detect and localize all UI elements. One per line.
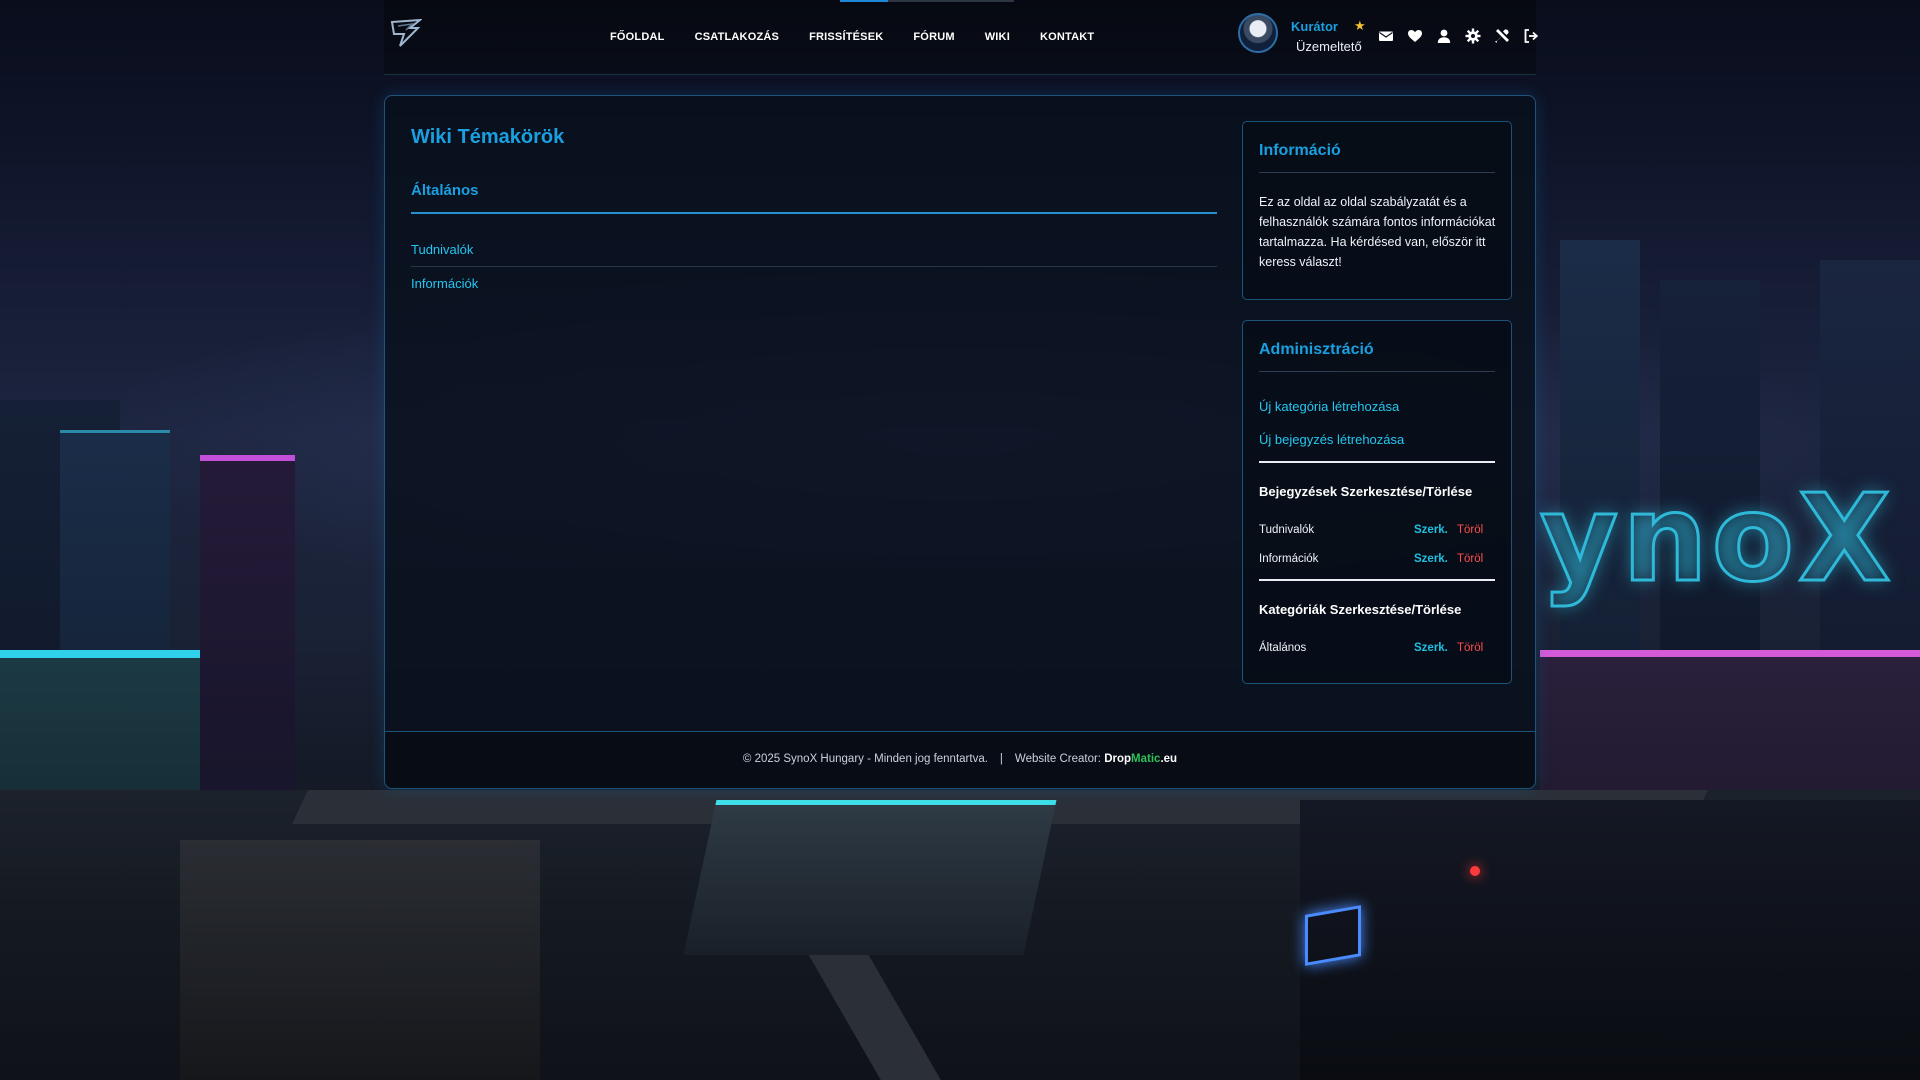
info-box-text: Ez az oldal az oldal szabályzatát és a f… <box>1259 195 1496 269</box>
admin-box-title: Adminisztráció <box>1259 341 1374 358</box>
wiki-entry-link[interactable]: Információk <box>411 276 478 291</box>
nav-item-wiki[interactable]: WIKI <box>985 31 1010 43</box>
edit-entry-button[interactable]: Szerk. <box>1414 524 1448 536</box>
footer-separator: | <box>999 753 1003 765</box>
nav-item-contact[interactable]: KONTAKT <box>1040 31 1094 43</box>
category-divider <box>411 212 1217 214</box>
wiki-panel: Wiki Témakörök Általános Tudnivalók Info… <box>384 95 1536 789</box>
gear-icon[interactable] <box>1465 28 1481 44</box>
nav-item-updates[interactable]: FRISSÍTÉSEK <box>809 31 883 43</box>
copyright-text: © 2025 SynoX Hungary - Minden jog fennta… <box>742 753 988 765</box>
entry-divider <box>411 266 1217 267</box>
entries-edit-heading: Bejegyzések Szerkesztése/Törlése <box>1259 484 1473 499</box>
logout-icon[interactable] <box>1523 28 1539 44</box>
nav-item-home[interactable]: FŐOLDAL <box>610 31 665 43</box>
entry-row-name: Tudnivalók <box>1259 524 1315 536</box>
star-icon: ★ <box>1354 18 1366 33</box>
creator-link[interactable]: DropMatic.eu <box>1104 753 1177 765</box>
admin-box: Adminisztráció Új kategória létrehozása … <box>1242 320 1512 684</box>
delete-category-button[interactable]: Töröl <box>1457 642 1483 654</box>
heart-icon[interactable] <box>1407 28 1423 44</box>
create-category-link[interactable]: Új kategória létrehozása <box>1259 399 1399 414</box>
delete-entry-button[interactable]: Töröl <box>1457 524 1483 536</box>
user-role: Üzemeltető <box>1296 39 1362 54</box>
nav-active-indicator <box>840 0 888 2</box>
site-logo-icon[interactable] <box>390 18 422 48</box>
categories-edit-heading: Kategóriák Szerkesztése/Törlése <box>1259 602 1462 617</box>
neon-logo-decoration: ynoX <box>1539 469 1895 611</box>
info-box: Információ Ez az oldal az oldal szabályz… <box>1242 121 1512 300</box>
entry-row-name: Információk <box>1259 553 1319 565</box>
tools-icon[interactable] <box>1494 28 1510 44</box>
category-row-name: Általános <box>1259 642 1307 654</box>
user-actions <box>1378 28 1539 44</box>
info-box-title: Információ <box>1259 142 1341 159</box>
creator-label: Website Creator: <box>1014 753 1101 765</box>
edit-category-button[interactable]: Szerk. <box>1414 642 1448 654</box>
footer: © 2025 SynoX Hungary - Minden jog fennta… <box>385 731 1535 788</box>
wiki-entry-link[interactable]: Tudnivalók <box>411 242 473 257</box>
delete-entry-button[interactable]: Töröl <box>1457 553 1483 565</box>
category-title: Általános <box>411 182 479 199</box>
nav-item-forum[interactable]: FÓRUM <box>913 31 954 43</box>
mail-icon[interactable] <box>1378 28 1394 44</box>
avatar[interactable] <box>1238 13 1278 53</box>
edit-entry-button[interactable]: Szerk. <box>1414 553 1448 565</box>
user-name[interactable]: Kurátor <box>1291 19 1338 34</box>
create-entry-link[interactable]: Új bejegyzés létrehozása <box>1259 432 1404 447</box>
footer-text: © 2025 SynoX Hungary - Minden jog fennta… <box>385 753 1535 765</box>
top-navigation-bar: FŐOLDAL CSATLAKOZÁS FRISSÍTÉSEK FÓRUM WI… <box>384 0 1539 75</box>
nav-item-join[interactable]: CSATLAKOZÁS <box>695 31 780 43</box>
user-icon[interactable] <box>1436 28 1452 44</box>
page-title: Wiki Témakörök <box>411 126 565 148</box>
main-nav: FŐOLDAL CSATLAKOZÁS FRISSÍTÉSEK FÓRUM WI… <box>610 31 1094 43</box>
